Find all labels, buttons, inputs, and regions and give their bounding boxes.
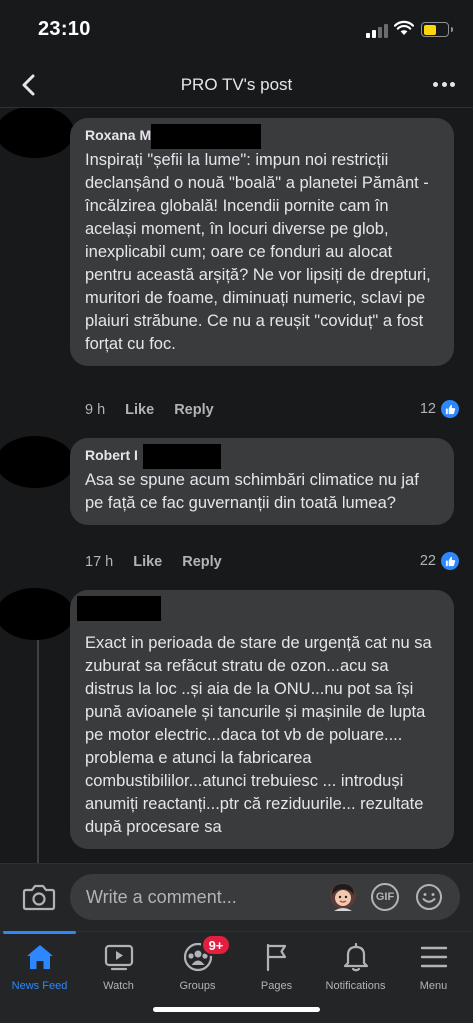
page-title: PRO TV's post (180, 75, 293, 94)
comment-text: Asa se spune acum schimbări climatice nu… (85, 471, 419, 512)
avatar[interactable] (0, 436, 74, 488)
thread-line (37, 638, 39, 863)
camera-icon[interactable] (22, 882, 56, 912)
tab-label: Watch (103, 980, 134, 992)
thumbs-up-icon (441, 400, 459, 418)
thumbs-up-icon (441, 552, 459, 570)
comment-bubble[interactable]: Roxana M Inspirați "șefii la lume": impu… (70, 118, 454, 366)
redaction-bar (77, 596, 161, 621)
notification-badge: 9+ (201, 934, 231, 956)
comments-list[interactable]: Roxana M Inspirați "șefii la lume": impu… (0, 108, 473, 863)
tab-label: Pages (260, 980, 293, 992)
menu-icon (420, 946, 447, 968)
reaction-number: 12 (419, 401, 436, 417)
flag-icon (266, 943, 286, 972)
comment-input[interactable]: Write a comment... GIF (70, 874, 460, 920)
more-options-button[interactable] (433, 82, 455, 88)
gif-button[interactable]: GIF (371, 883, 399, 911)
tab-label: News Feed (11, 980, 68, 992)
wifi-icon (394, 20, 414, 35)
home-indicator (153, 1007, 320, 1012)
status-time: 23:10 (38, 18, 91, 40)
tab-watch[interactable]: Watch (79, 932, 158, 1002)
bell-icon (343, 942, 368, 972)
avatar-sticker-icon[interactable] (328, 881, 358, 913)
tab-label: Menu (419, 980, 448, 992)
like-button[interactable]: Like (125, 402, 154, 418)
avatar[interactable] (0, 588, 74, 640)
status-bar: 23:10 (0, 0, 473, 60)
tab-menu[interactable]: Menu (394, 932, 473, 1002)
comment-text: Exact in perioada de stare de urgență ca… (85, 634, 432, 836)
post-header: PRO TV's post (0, 62, 473, 108)
tab-news-feed[interactable]: News Feed (0, 931, 79, 1002)
watch-icon (104, 944, 133, 971)
comment-text: Inspirați "șefii la lume": impun noi res… (85, 151, 431, 353)
reaction-number: 22 (419, 553, 436, 569)
tab-label: Notifications (325, 980, 386, 992)
comment-bubble[interactable]: Exact in perioada de stare de urgență ca… (70, 590, 454, 849)
comment-time: 17 h (85, 554, 114, 570)
comment-actions: 17 h Like Reply (85, 554, 242, 570)
signal-icon (366, 24, 388, 38)
comment-placeholder: Write a comment... (86, 887, 237, 907)
battery-icon (421, 22, 453, 37)
avatar[interactable] (0, 108, 74, 158)
reply-button[interactable]: Reply (174, 402, 214, 418)
comment-composer: Write a comment... GIF (0, 863, 473, 931)
reaction-count[interactable]: 12 (420, 400, 459, 418)
home-icon (26, 945, 53, 969)
like-button[interactable]: Like (133, 554, 162, 570)
tab-notifications[interactable]: Notifications (316, 932, 395, 1002)
redaction-bar (151, 124, 261, 149)
emoji-icon[interactable] (415, 883, 443, 911)
comment-author[interactable]: Roxana M (85, 127, 151, 143)
reaction-count[interactable]: 22 (420, 552, 459, 570)
comment-bubble[interactable]: Robert I Asa se spune acum schimbări cli… (70, 438, 454, 525)
tab-pages[interactable]: Pages (237, 932, 316, 1002)
comment-actions: 9 h Like Reply (85, 402, 234, 418)
tab-label: Groups (179, 980, 216, 992)
comment-time: 9 h (85, 402, 106, 418)
reply-button[interactable]: Reply (182, 554, 222, 570)
comment-author[interactable]: Robert I (85, 447, 138, 463)
redaction-bar (143, 444, 221, 469)
tab-groups[interactable]: 9+ Groups (158, 932, 237, 1002)
